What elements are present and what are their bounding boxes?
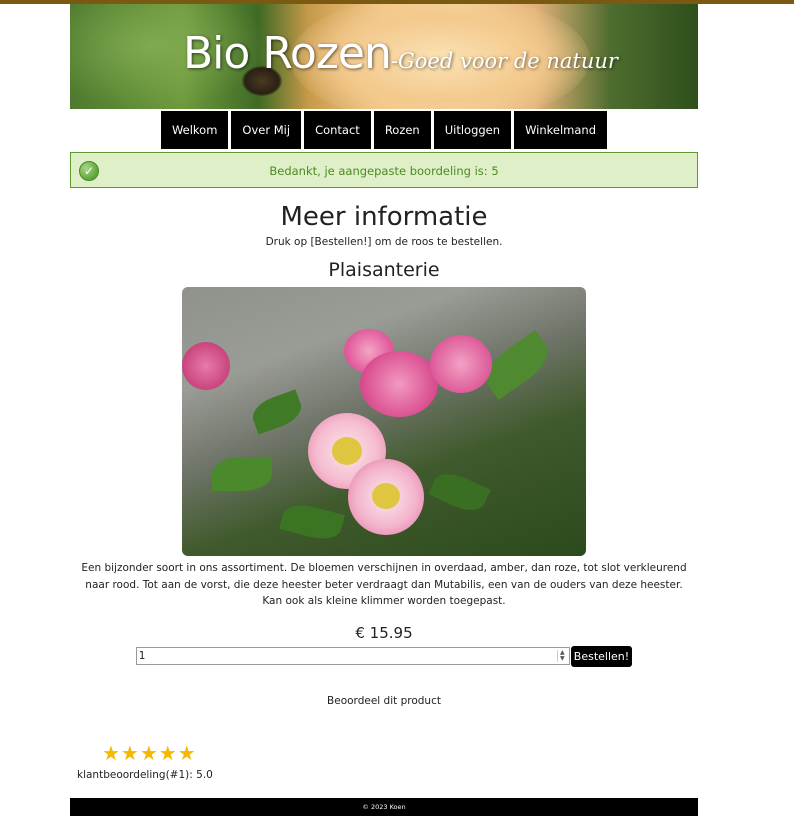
rose-flower (430, 335, 492, 393)
leaf-shape (248, 389, 306, 435)
leaf-shape (212, 457, 272, 491)
order-form: 1 ▲ ▼ Bestellen! (70, 645, 698, 667)
quantity-input[interactable]: 1 ▲ ▼ (135, 647, 570, 665)
nav-contact[interactable]: Contact (304, 111, 371, 149)
page-title: Meer informatie (280, 202, 488, 232)
main-nav: Welkom Over Mij Contact Rozen Uitloggen … (70, 111, 698, 149)
order-instruction: Druk op [Bestellen!] om de roos te beste… (265, 236, 503, 248)
product-name: Plaisanterie (328, 259, 440, 281)
product-description: Een bijzonder soort in ons assortiment. … (81, 562, 687, 607)
header-banner: Bio Rozen-Goed voor de natuur (70, 4, 698, 109)
success-message-text: Bedankt, je aangepaste boordeling is: 5 (269, 164, 499, 178)
rose-flower (182, 342, 230, 390)
leaf-shape (428, 466, 491, 518)
rate-product-label: Beoordeel dit product (327, 694, 441, 707)
flower-center (372, 483, 400, 509)
rose-photo (182, 287, 586, 556)
success-message: ✓ Bedankt, je aangepaste boordeling is: … (70, 152, 698, 188)
star-rating-icon[interactable]: ★★★★★ (102, 743, 698, 763)
order-button[interactable]: Bestellen! (570, 645, 633, 667)
customer-rating-text: klantbeoordeling(#1): 5.0 (77, 768, 213, 781)
flower-center (332, 437, 362, 465)
page-container: Bio Rozen-Goed voor de natuur Welkom Ove… (70, 4, 698, 816)
nav-uitloggen[interactable]: Uitloggen (433, 111, 512, 149)
site-tagline: -Goed voor de natuur (390, 49, 618, 73)
site-title-text: Bio Rozen (183, 28, 392, 79)
quantity-spinner-icon[interactable]: ▲ ▼ (556, 650, 567, 662)
leaf-shape (279, 499, 345, 545)
product-price: € 15.95 (355, 623, 413, 642)
nav-welkom[interactable]: Welkom (160, 111, 229, 149)
quantity-value: 1 (138, 650, 146, 662)
nav-over-mij[interactable]: Over Mij (231, 111, 302, 149)
rose-flower (360, 351, 438, 417)
site-title: Bio Rozen-Goed voor de natuur (183, 28, 618, 79)
nav-rozen[interactable]: Rozen (373, 111, 431, 149)
footer: © 2023 Koen (70, 797, 698, 816)
nav-winkelmand[interactable]: Winkelmand (514, 111, 608, 149)
